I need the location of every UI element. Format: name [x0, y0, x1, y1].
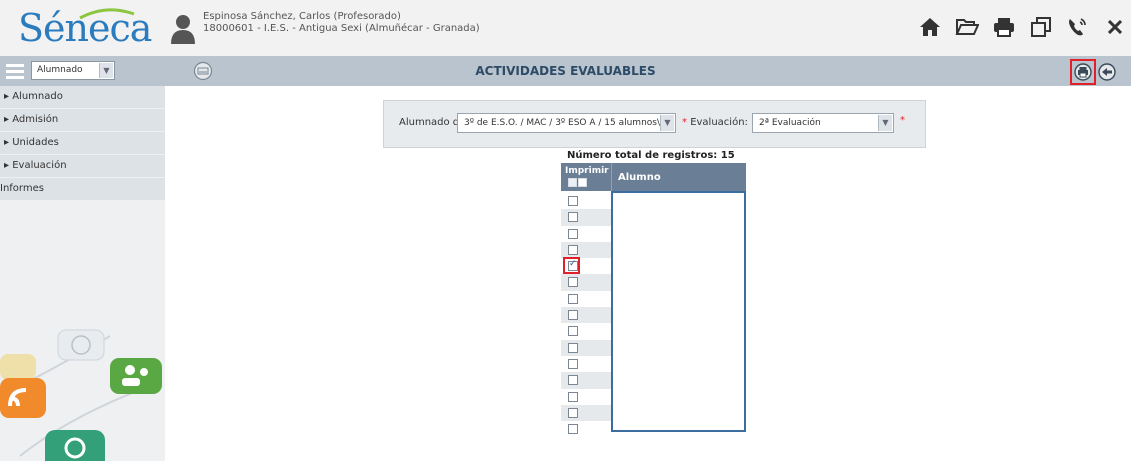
table-row — [561, 226, 611, 242]
table-row — [561, 339, 611, 356]
table-row — [561, 323, 611, 339]
print-icon — [1074, 63, 1092, 81]
print-checkbox[interactable] — [568, 212, 578, 223]
student-list-column[interactable] — [611, 191, 746, 432]
sidebar: ▸ Alumnado ▸ Admisión ▸ Unidades ▸ Evalu… — [0, 86, 165, 461]
filter-panel: Alumnado de: 3º de E.S.O. / MAC / 3º ESO… — [383, 100, 926, 148]
evaluacion-select[interactable]: 2ª Evaluación ▼ — [752, 113, 894, 133]
copy-windows-icon[interactable] — [1029, 14, 1053, 40]
phone-signal-icon[interactable] — [1066, 14, 1090, 40]
column-header-student: Alumno — [618, 172, 661, 183]
chevron-down-icon: ▼ — [878, 115, 892, 131]
select-all-controls — [568, 178, 587, 187]
page-title: ACTIVIDADES EVALUABLES — [475, 64, 656, 78]
top-toolbar — [918, 14, 1127, 40]
table-row — [561, 291, 611, 307]
select-all-checkbox[interactable] — [568, 178, 577, 187]
csv-export-icon[interactable] — [193, 61, 213, 81]
nav-bar: Alumnado ▼ ACTIVIDADES EVALUABLES — [0, 56, 1131, 86]
print-checkbox[interactable] — [568, 228, 578, 239]
print-checkbox[interactable] — [568, 326, 578, 337]
seneca-logo[interactable]: Séneca — [18, 6, 152, 50]
checked-row-highlight — [563, 257, 580, 274]
folder-open-icon[interactable] — [955, 14, 979, 40]
sidebar-item-informes[interactable]: Informes — [0, 178, 165, 201]
sidebar-item-evaluacion[interactable]: ▸ Evaluación — [0, 155, 165, 178]
alumnado-select[interactable]: 3º de E.S.O. / MAC / 3º ESO A / 15 alumn… — [457, 113, 676, 133]
print-checkbox[interactable] — [568, 196, 578, 206]
sidebar-item-alumnado[interactable]: ▸ Alumnado — [0, 86, 165, 109]
print-checkbox[interactable] — [568, 391, 578, 402]
table-row — [561, 389, 611, 405]
print-checkbox[interactable] — [568, 342, 578, 353]
top-bar: Séneca Espinosa Sánchez, Carlos (Profeso… — [0, 0, 1131, 56]
print-checkbox[interactable] — [568, 358, 578, 369]
table-row — [561, 421, 611, 437]
deselect-all-checkbox[interactable] — [578, 178, 587, 187]
table-row — [561, 404, 611, 422]
table-row — [561, 274, 611, 291]
print-checkbox[interactable] — [568, 424, 578, 435]
user-avatar-icon — [171, 15, 195, 44]
evaluacion-label: * Evaluación: — [682, 117, 748, 128]
table-header: Imprimir Alumno — [561, 163, 746, 191]
print-checkbox[interactable] — [568, 244, 578, 255]
print-button[interactable] — [1070, 59, 1096, 85]
back-button[interactable] — [1097, 62, 1117, 82]
table-row — [561, 372, 611, 389]
sidebar-item-admision[interactable]: ▸ Admisión — [0, 109, 165, 132]
hamburger-menu-icon[interactable] — [5, 61, 25, 81]
print-checkbox[interactable] — [568, 407, 578, 418]
chevron-down-icon: ▼ — [99, 63, 113, 78]
module-select[interactable]: Alumnado ▼ — [31, 61, 115, 80]
column-header-print: Imprimir — [565, 166, 609, 176]
print-checkbox[interactable] — [568, 277, 578, 288]
chevron-down-icon: ▼ — [660, 115, 674, 131]
total-records: Número total de registros: 15 — [567, 150, 735, 161]
table-row — [561, 193, 611, 209]
decorative-app-icons — [0, 329, 162, 461]
table-row — [561, 241, 611, 259]
back-arrow-icon — [1098, 63, 1116, 81]
table-row — [561, 356, 611, 372]
logo-swoosh-icon — [79, 8, 135, 20]
print-checkbox-column — [561, 193, 611, 437]
printer-icon[interactable] — [992, 14, 1016, 40]
table-row — [561, 209, 611, 226]
required-mark: * — [900, 115, 905, 126]
print-checkbox[interactable] — [568, 375, 578, 386]
print-checkbox[interactable] — [568, 293, 578, 304]
print-checkbox[interactable] — [568, 310, 578, 321]
home-icon[interactable] — [918, 14, 942, 40]
close-icon[interactable] — [1103, 14, 1127, 40]
table-row — [561, 307, 611, 324]
user-name: Espinosa Sánchez, Carlos (Profesorado) — [203, 11, 401, 22]
sidebar-item-unidades[interactable]: ▸ Unidades — [0, 132, 165, 155]
user-center: 18000601 - I.E.S. - Antigua Sexi (Almuñé… — [203, 23, 480, 34]
